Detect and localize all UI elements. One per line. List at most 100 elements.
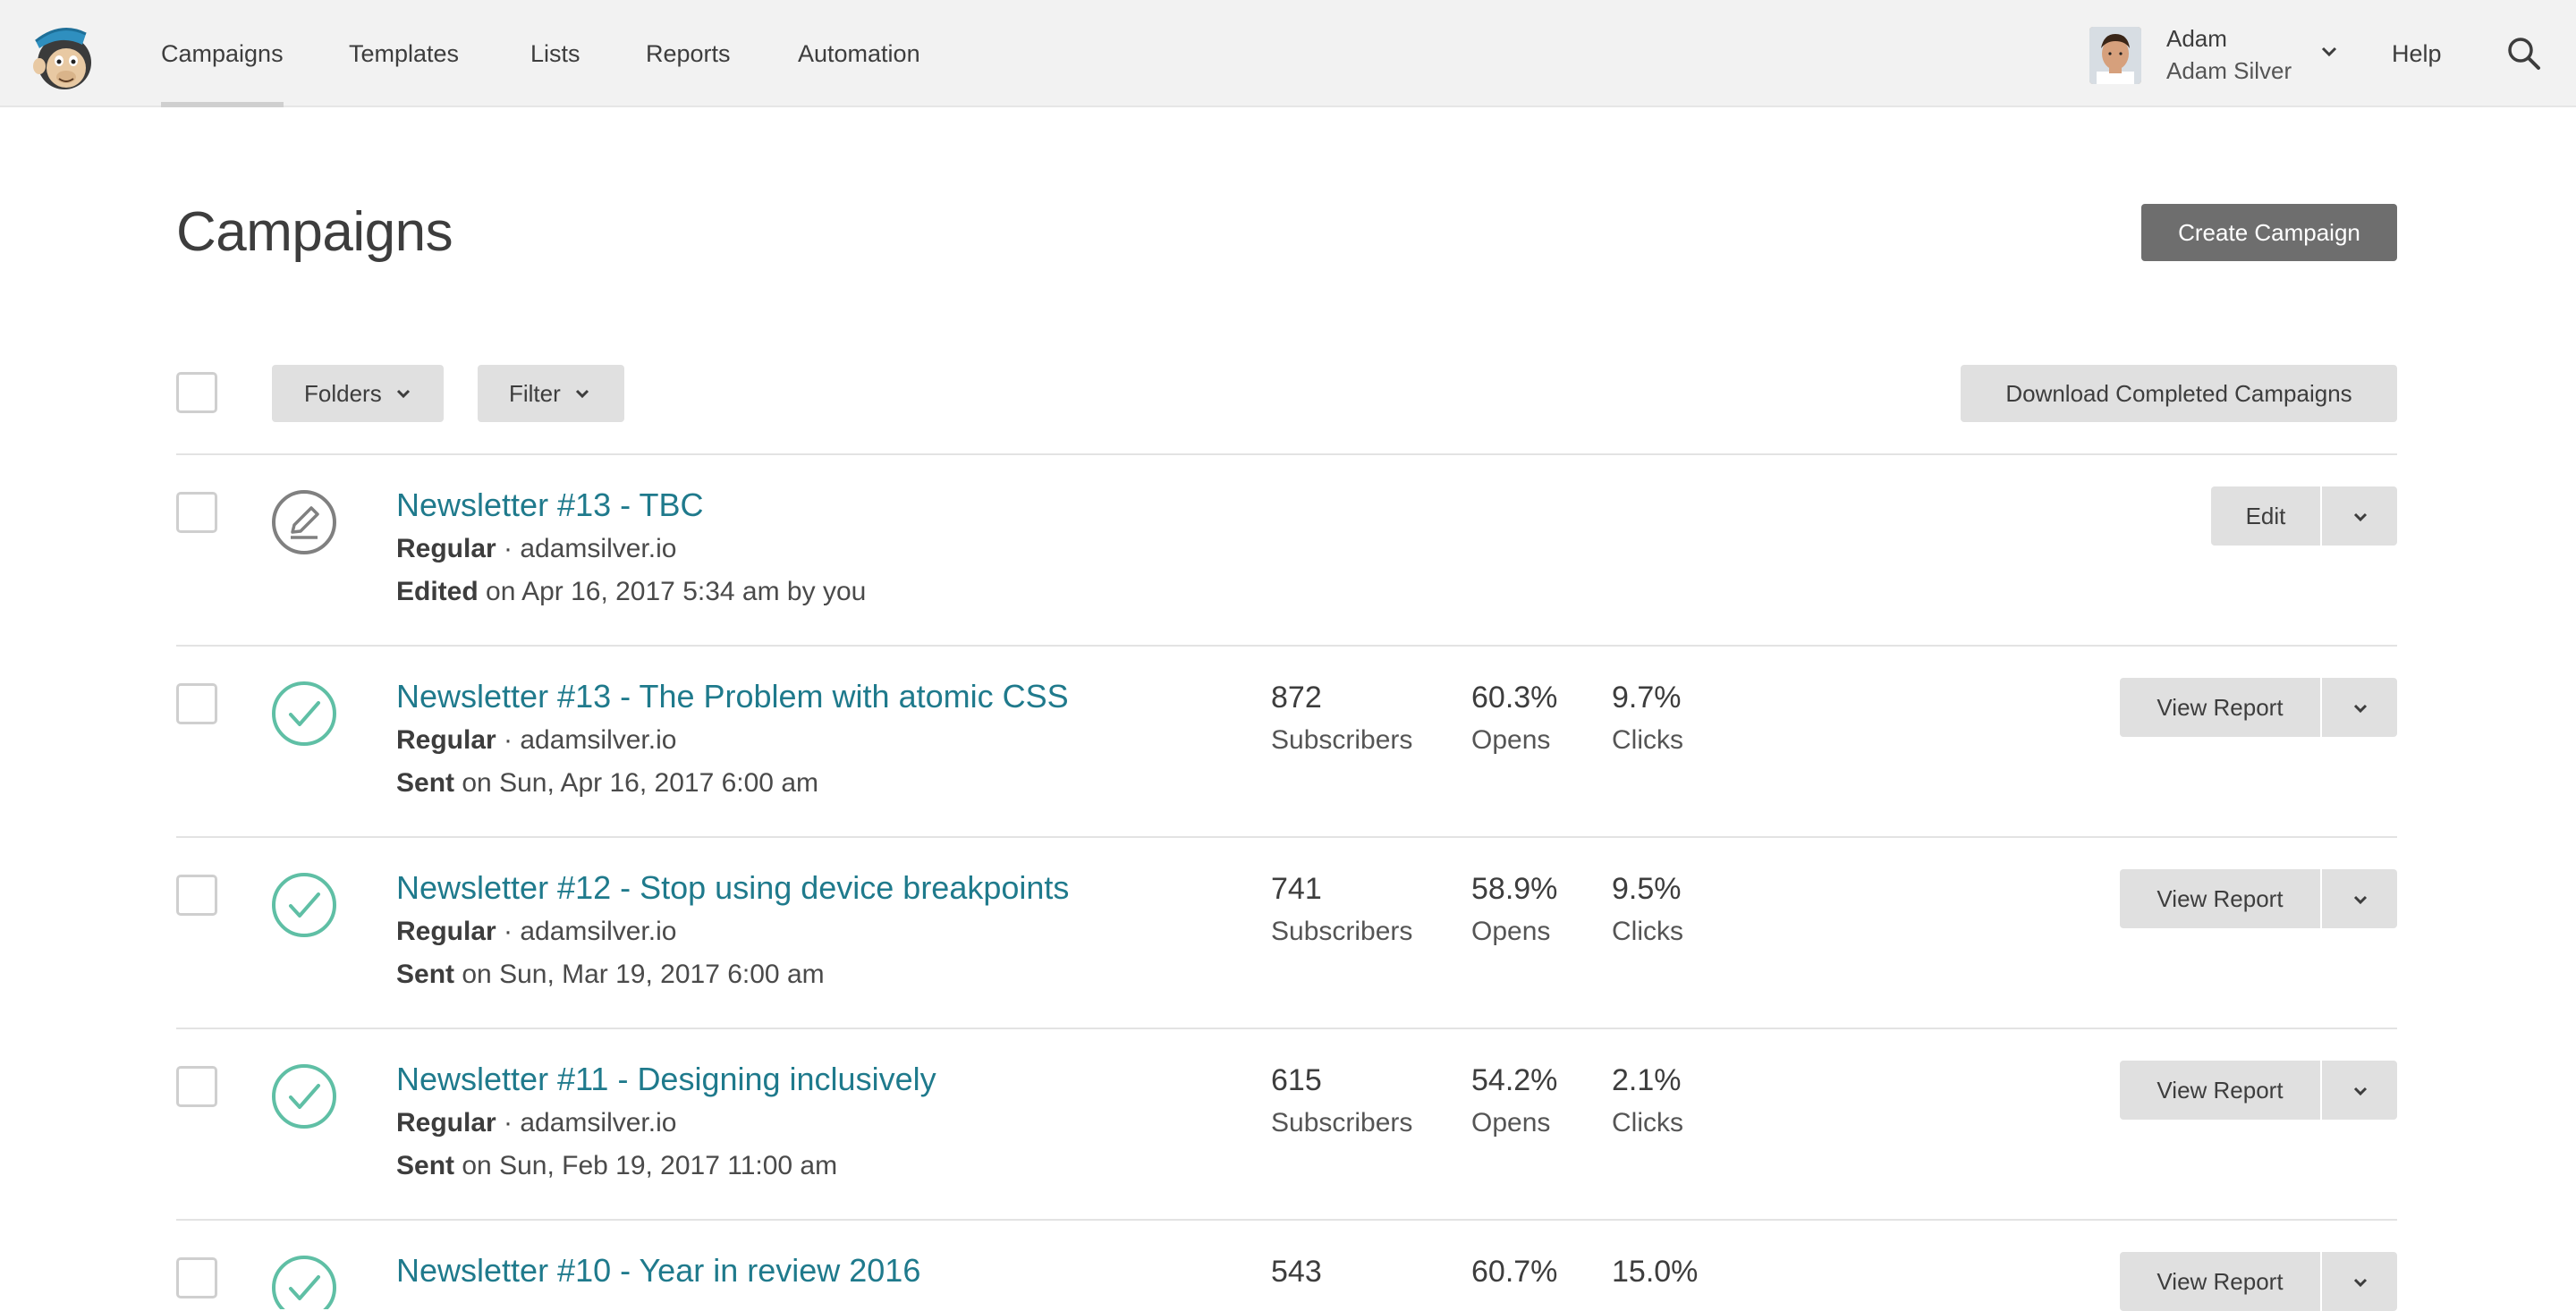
nav-reports[interactable]: Reports [646, 0, 731, 107]
campaign-title-link[interactable]: Newsletter #13 - The Problem with atomic… [396, 678, 1069, 715]
campaign-event-line: Edited on Apr 16, 2017 5:34 am by you [396, 577, 866, 607]
nav-lists[interactable]: Lists [530, 0, 580, 107]
nav-campaigns[interactable]: Campaigns [161, 0, 284, 107]
draft-pencil-icon [271, 489, 337, 555]
subscribers-label: Subscribers [1271, 725, 1413, 755]
campaign-title-link[interactable]: Newsletter #10 - Year in review 2016 [396, 1252, 920, 1290]
campaign-title-link[interactable]: Newsletter #12 - Stop using device break… [396, 869, 1069, 907]
campaign-domain: adamsilver.io [520, 534, 677, 563]
chevron-down-icon[interactable] [2318, 41, 2340, 63]
clicks-label: Clicks [1612, 917, 1683, 946]
clicks-label: Clicks [1612, 1108, 1683, 1138]
campaign-title-link[interactable]: Newsletter #11 - Designing inclusively [396, 1061, 936, 1098]
subscribers-count: 615 [1271, 1063, 1322, 1097]
chevron-down-icon [2353, 1278, 2368, 1288]
campaign-checkbox[interactable] [176, 875, 217, 916]
campaign-event-detail: on Sun, Feb 19, 2017 11:00 am [462, 1151, 838, 1180]
opens-rate: 58.9% [1471, 872, 1558, 906]
nav-automation[interactable]: Automation [798, 0, 920, 107]
view-report-button[interactable]: View Report [2120, 869, 2320, 928]
campaign-event-line: Sent on Sun, Feb 19, 2017 11:00 am [396, 1151, 837, 1181]
clicks-rate: 9.5% [1612, 872, 1682, 906]
avatar[interactable] [2089, 27, 2141, 84]
subscribers-label: Subscribers [1271, 1108, 1413, 1138]
subscribers-count: 872 [1271, 681, 1322, 715]
chevron-down-icon [396, 390, 410, 399]
campaign-type: Regular [396, 1108, 496, 1138]
campaign-checkbox[interactable] [176, 683, 217, 724]
folders-button[interactable]: Folders [272, 365, 444, 422]
chevron-down-icon [2353, 895, 2368, 905]
page-title: Campaigns [176, 201, 453, 263]
action-dropdown-button[interactable] [2320, 1061, 2397, 1120]
divider [176, 1028, 2397, 1029]
top-navigation: Campaigns Templates Lists Reports Automa… [0, 0, 2576, 107]
campaign-checkbox[interactable] [176, 1066, 217, 1107]
campaign-event-detail: on Sun, Apr 16, 2017 6:00 am [462, 768, 818, 798]
filter-label: Filter [509, 380, 561, 407]
clicks-rate: 9.7% [1612, 681, 1682, 715]
filter-button[interactable]: Filter [478, 365, 624, 422]
sent-check-icon [271, 1255, 337, 1309]
campaign-type-line: Regular · adamsilver.io [396, 917, 677, 946]
view-report-button[interactable]: View Report [2120, 678, 2320, 737]
divider [176, 1219, 2397, 1221]
campaign-title-link[interactable]: Newsletter #13 - TBC [396, 486, 703, 524]
opens-label: Opens [1471, 725, 1551, 755]
divider [176, 836, 2397, 838]
campaign-event-label: Sent [396, 1151, 455, 1180]
campaign-type-line: Regular · adamsilver.io [396, 534, 677, 563]
view-report-button[interactable]: View Report [2120, 1061, 2320, 1120]
clicks-rate: 15.0% [1612, 1255, 1699, 1289]
help-link[interactable]: Help [2392, 0, 2442, 107]
campaign-event-label: Edited [396, 577, 479, 606]
action-dropdown-button[interactable] [2320, 486, 2397, 546]
campaign-event-detail: on Sun, Mar 19, 2017 6:00 am [462, 960, 825, 989]
opens-rate: 60.3% [1471, 681, 1558, 715]
chevron-down-icon [2353, 1087, 2368, 1096]
opens-rate: 54.2% [1471, 1063, 1558, 1097]
nav-templates[interactable]: Templates [349, 0, 459, 107]
subscribers-label: Subscribers [1271, 917, 1413, 946]
sent-check-icon [271, 681, 337, 747]
subscribers-count: 543 [1271, 1255, 1322, 1289]
chevron-down-icon [2353, 704, 2368, 714]
action-dropdown-button[interactable] [2320, 869, 2397, 928]
user-first-name[interactable]: Adam [2166, 25, 2227, 53]
campaign-type: Regular [396, 725, 496, 755]
sent-check-icon [271, 872, 337, 938]
campaign-event-label: Sent [396, 768, 455, 798]
download-completed-campaigns-button[interactable]: Download Completed Campaigns [1961, 365, 2397, 422]
opens-label: Opens [1471, 917, 1551, 946]
campaign-domain: adamsilver.io [520, 725, 677, 755]
user-full-name[interactable]: Adam Silver [2166, 57, 2292, 85]
campaign-domain: adamsilver.io [520, 917, 677, 946]
create-campaign-button[interactable]: Create Campaign [2141, 204, 2397, 261]
search-icon[interactable] [2504, 34, 2544, 73]
select-all-checkbox[interactable] [176, 372, 217, 413]
campaign-event-line: Sent on Sun, Mar 19, 2017 6:00 am [396, 960, 825, 990]
action-dropdown-button[interactable] [2320, 1252, 2397, 1311]
folders-label: Folders [304, 380, 382, 407]
campaign-checkbox[interactable] [176, 1257, 217, 1298]
campaign-domain: adamsilver.io [520, 1108, 677, 1138]
chevron-down-icon [575, 390, 589, 399]
divider [176, 453, 2397, 455]
divider [176, 645, 2397, 647]
sent-check-icon [271, 1063, 337, 1129]
opens-rate: 60.7% [1471, 1255, 1558, 1289]
campaign-type-line: Regular · adamsilver.io [396, 725, 677, 755]
action-dropdown-button[interactable] [2320, 678, 2397, 737]
campaign-event-detail: on Apr 16, 2017 5:34 am by you [486, 577, 867, 606]
campaign-type-line: Regular · adamsilver.io [396, 1108, 677, 1138]
campaign-type: Regular [396, 534, 496, 563]
clicks-rate: 2.1% [1612, 1063, 1682, 1097]
campaign-event-line: Sent on Sun, Apr 16, 2017 6:00 am [396, 768, 818, 799]
view-report-button[interactable]: View Report [2120, 1252, 2320, 1311]
mailchimp-logo[interactable] [30, 21, 98, 93]
campaign-event-label: Sent [396, 960, 455, 989]
subscribers-count: 741 [1271, 872, 1322, 906]
edit-button[interactable]: Edit [2211, 486, 2320, 546]
clicks-label: Clicks [1612, 725, 1683, 755]
campaign-checkbox[interactable] [176, 492, 217, 533]
